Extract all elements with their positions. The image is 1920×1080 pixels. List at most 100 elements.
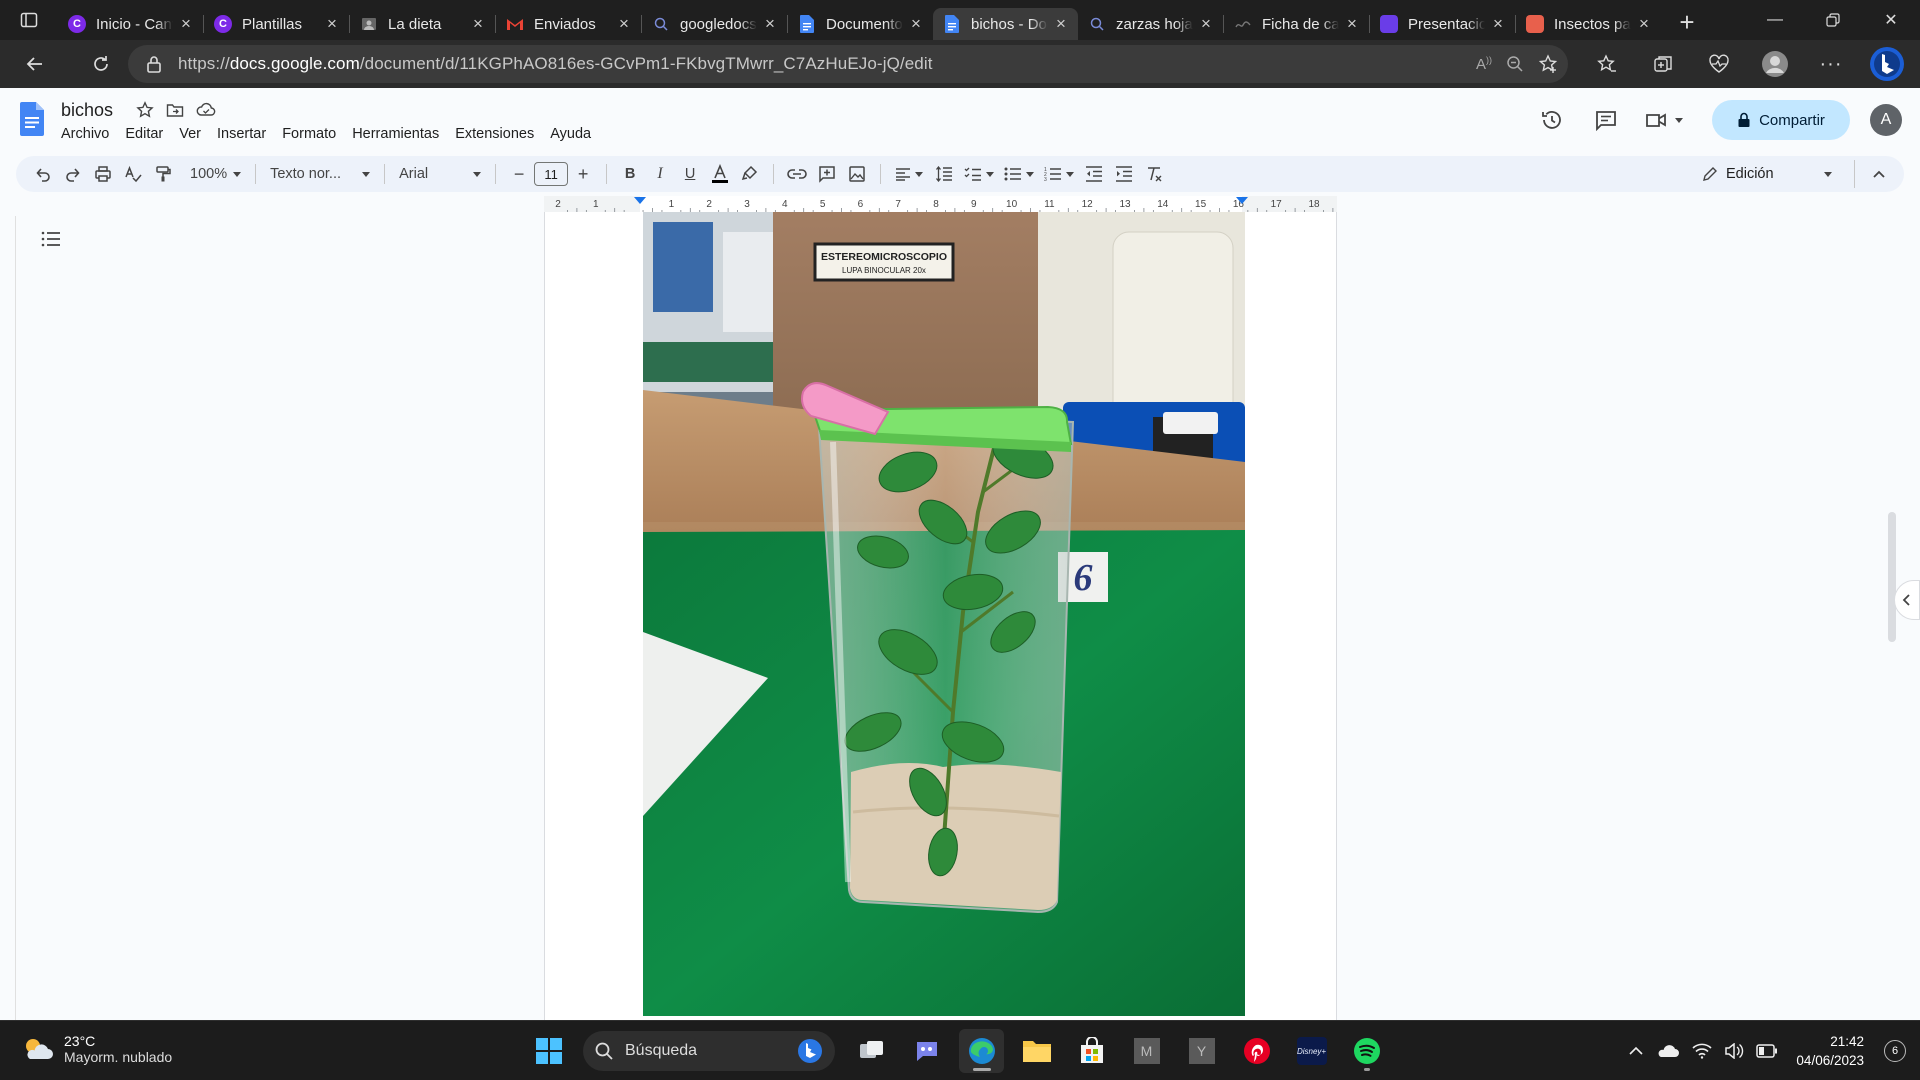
font-family-select[interactable]: Arial: [393, 160, 487, 188]
close-tab-icon[interactable]: ×: [177, 14, 195, 34]
cloud-saved-icon[interactable]: [196, 101, 216, 119]
italic-button[interactable]: I: [645, 160, 675, 188]
close-tab-icon[interactable]: ×: [907, 14, 925, 34]
collections-button[interactable]: [1640, 44, 1686, 84]
line-spacing-button[interactable]: [929, 160, 959, 188]
battery-icon[interactable]: [1756, 1044, 1778, 1058]
underline-button[interactable]: U: [675, 160, 705, 188]
browser-tab[interactable]: Insectos para×: [1516, 8, 1661, 40]
tab-actions-button[interactable]: [0, 0, 58, 40]
minimize-button[interactable]: —: [1746, 0, 1804, 40]
spellcheck-button[interactable]: [118, 160, 148, 188]
clear-formatting-button[interactable]: [1139, 160, 1169, 188]
menu-formato[interactable]: Formato: [282, 126, 336, 142]
browser-tab[interactable]: Presentaciones×: [1370, 8, 1515, 40]
close-tab-icon[interactable]: ×: [1343, 14, 1361, 34]
document-title[interactable]: bichos: [61, 100, 113, 121]
close-tab-icon[interactable]: ×: [1489, 14, 1507, 34]
wifi-icon[interactable]: [1692, 1043, 1712, 1059]
close-tab-icon[interactable]: ×: [1635, 14, 1653, 34]
url-bar[interactable]: https://docs.google.com/document/d/11KGP…: [128, 45, 1568, 83]
undo-button[interactable]: [28, 160, 58, 188]
teams-chat-button[interactable]: [904, 1029, 949, 1073]
pinterest-button[interactable]: [1234, 1029, 1279, 1073]
volume-icon[interactable]: [1724, 1043, 1744, 1059]
document-outline-icon[interactable]: [40, 228, 62, 250]
move-folder-icon[interactable]: [166, 101, 184, 119]
bing-copilot-button[interactable]: [1864, 44, 1910, 84]
browser-tab[interactable]: C Plantillas ×: [204, 8, 349, 40]
menu-extensiones[interactable]: Extensiones: [455, 126, 534, 142]
browser-tab[interactable]: Enviados ×: [496, 8, 641, 40]
paragraph-style-select[interactable]: Texto nor...: [264, 160, 376, 188]
add-favorite-icon[interactable]: [1538, 54, 1558, 74]
browser-tab[interactable]: Ficha de campo×: [1224, 8, 1369, 40]
settings-more-button[interactable]: ···: [1808, 44, 1854, 84]
zoom-select[interactable]: 100%: [184, 160, 247, 188]
close-tab-icon[interactable]: ×: [323, 14, 341, 34]
close-tab-icon[interactable]: ×: [615, 14, 633, 34]
numbered-list-select[interactable]: 123: [1039, 160, 1079, 188]
document-page[interactable]: ESTEREOMICROSCOPIO LUPA BINOCULAR 20x 6: [544, 212, 1337, 1032]
start-button[interactable]: [526, 1029, 571, 1073]
star-icon[interactable]: [136, 101, 154, 119]
highlight-color-button[interactable]: [735, 160, 765, 188]
vertical-scrollbar-thumb[interactable]: [1888, 512, 1896, 642]
file-explorer-button[interactable]: [1014, 1029, 1059, 1073]
bold-button[interactable]: B: [615, 160, 645, 188]
browser-tab[interactable]: La dieta ×: [350, 8, 495, 40]
favorites-button[interactable]: [1584, 44, 1630, 84]
menu-ver[interactable]: Ver: [179, 126, 201, 142]
back-button[interactable]: [12, 44, 58, 84]
insect-jar-photo[interactable]: ESTEREOMICROSCOPIO LUPA BINOCULAR 20x 6: [643, 212, 1245, 1016]
font-size-input[interactable]: 11: [534, 162, 569, 186]
onedrive-cloud-icon[interactable]: [1656, 1043, 1680, 1059]
print-button[interactable]: [88, 160, 118, 188]
browser-tab[interactable]: C Inicio - Canva×: [58, 8, 203, 40]
editing-mode-select[interactable]: Edición: [1702, 160, 1832, 188]
insert-comment-button[interactable]: [812, 160, 842, 188]
app-y-button[interactable]: Y: [1179, 1029, 1224, 1073]
task-view-button[interactable]: [849, 1029, 894, 1073]
menu-ayuda[interactable]: Ayuda: [550, 126, 591, 142]
browser-tab[interactable]: zarzas hoja ×: [1078, 8, 1223, 40]
new-tab-button[interactable]: +: [1667, 6, 1707, 38]
spotify-button[interactable]: [1344, 1029, 1389, 1073]
read-aloud-icon[interactable]: A)): [1476, 55, 1492, 73]
account-avatar[interactable]: A: [1870, 104, 1902, 136]
redo-button[interactable]: [58, 160, 88, 188]
decrease-indent-button[interactable]: [1079, 160, 1109, 188]
share-button[interactable]: Compartir: [1712, 100, 1850, 140]
edge-taskbar-button[interactable]: [959, 1029, 1004, 1073]
close-tab-icon[interactable]: ×: [469, 14, 487, 34]
app-m-button[interactable]: M: [1124, 1029, 1169, 1073]
increase-indent-button[interactable]: [1109, 160, 1139, 188]
align-select[interactable]: [889, 160, 929, 188]
version-history-button[interactable]: [1528, 100, 1576, 140]
browser-essentials-button[interactable]: [1696, 44, 1742, 84]
bulleted-list-select[interactable]: [999, 160, 1039, 188]
zoom-out-icon[interactable]: [1506, 55, 1524, 73]
clock[interactable]: 21:42 04/06/2023: [1796, 1032, 1864, 1070]
checklist-select[interactable]: [959, 160, 999, 188]
comments-button[interactable]: [1582, 100, 1630, 140]
menu-herramientas[interactable]: Herramientas: [352, 126, 439, 142]
taskbar-search[interactable]: Búsqueda: [583, 1031, 835, 1071]
insert-link-button[interactable]: [782, 160, 812, 188]
profile-button[interactable]: [1752, 44, 1798, 84]
menu-archivo[interactable]: Archivo: [61, 126, 109, 142]
hide-menus-button[interactable]: [1854, 160, 1892, 188]
menu-editar[interactable]: Editar: [125, 126, 163, 142]
restore-button[interactable]: [1804, 0, 1862, 40]
notification-badge[interactable]: 6: [1884, 1040, 1906, 1062]
chevron-up-icon[interactable]: [1628, 1046, 1644, 1056]
insert-image-button[interactable]: [842, 160, 872, 188]
close-window-button[interactable]: ✕: [1862, 0, 1920, 40]
increase-font-size-button[interactable]: +: [568, 160, 598, 188]
refresh-button[interactable]: [78, 44, 124, 84]
text-color-button[interactable]: [705, 160, 735, 188]
decrease-font-size-button[interactable]: −: [504, 160, 534, 188]
microsoft-store-button[interactable]: [1069, 1029, 1114, 1073]
browser-tab[interactable]: googledocs ×: [642, 8, 787, 40]
google-docs-logo-icon[interactable]: [20, 102, 44, 136]
